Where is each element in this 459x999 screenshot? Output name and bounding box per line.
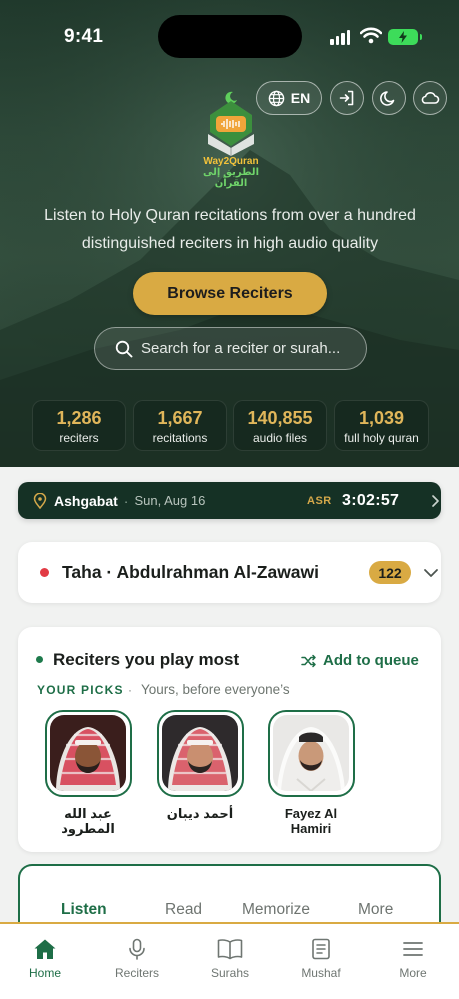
reciter-name: Fayez Al Hamiri (284, 806, 338, 836)
book-icon (217, 939, 243, 960)
status-bar: 9:41 (0, 0, 459, 60)
prayer-name: ASR (307, 494, 332, 507)
wifi-icon (360, 27, 382, 44)
reciter-item[interactable]: أحمد ديبان (155, 710, 245, 821)
nav-label: More (399, 966, 427, 980)
search-box[interactable] (94, 327, 367, 370)
stat-full-quran: 1,039 full holy quran (334, 400, 429, 451)
nav-mushaf[interactable]: Mushaf (286, 938, 356, 980)
stat-reciters: 1,286 reciters (32, 400, 126, 451)
nav-label: Reciters (114, 966, 159, 980)
location-pin-icon (33, 492, 47, 509)
add-to-queue-button[interactable]: Add to queue (301, 652, 419, 669)
chevron-down-icon[interactable] (423, 567, 439, 579)
nav-label: Mushaf (301, 966, 341, 980)
cloud-button[interactable] (413, 81, 447, 115)
sign-in-icon (339, 90, 354, 106)
sign-in-button[interactable] (330, 81, 364, 115)
moon-icon (380, 91, 395, 106)
reciter-item[interactable]: عبد الله المطرود (43, 710, 133, 836)
cellular-signal-icon (330, 30, 350, 45)
stat-audio-files: 140,855 audio files (233, 400, 327, 451)
tab-more[interactable]: More (358, 901, 393, 919)
dynamic-island (158, 15, 302, 58)
top-reciters-card: Reciters you play most Add to queue YOUR… (18, 627, 441, 852)
picks-separator: · (128, 683, 132, 697)
live-dot (40, 568, 49, 577)
reciter-name: أحمد ديبان (166, 806, 234, 821)
language-label: EN (290, 90, 311, 106)
reciter-avatar (44, 710, 132, 797)
globe-icon (268, 90, 285, 106)
stat-label: reciters (59, 431, 99, 445)
mushaf-icon (312, 938, 330, 960)
prayer-city: Ashgabat (54, 492, 118, 509)
nav-surahs[interactable]: Surahs (195, 938, 265, 980)
reciter-avatar (267, 710, 355, 797)
cloud-icon (421, 92, 440, 104)
hero-tagline: Listen to Holy Quran recitations from ov… (44, 207, 416, 252)
shuffle-icon (301, 654, 316, 667)
tab-read[interactable]: Read (165, 901, 202, 919)
prayer-countdown: 3:02:57 (342, 491, 400, 509)
nav-reciters[interactable]: Reciters (102, 938, 172, 980)
search-icon (115, 340, 133, 357)
stat-recitations: 1,667 recitations (133, 400, 227, 451)
add-to-queue-label: Add to queue (323, 652, 419, 669)
reciter-avatar (156, 710, 244, 797)
nav-more[interactable]: More (378, 938, 448, 980)
chevron-right-icon (432, 494, 439, 507)
hero-section: 9:41 EN Way2Quran الطريق إلى القرآن List… (0, 0, 459, 467)
menu-icon (403, 942, 423, 956)
stat-value: 1,286 (56, 408, 102, 428)
prayer-date: Sun, Aug 16 (134, 493, 206, 508)
battery-icon (388, 29, 422, 45)
stat-label: audio files (252, 431, 308, 445)
brand-name: Way2Quran (203, 156, 259, 167)
playlist-count-badge: 122 (369, 561, 411, 584)
top-reciters-title: Reciters you play most (53, 650, 240, 669)
microphone-icon (129, 938, 145, 960)
tab-memorize[interactable]: Memorize (242, 901, 310, 919)
now-playing-title: Taha · Abdulrahman Al-Zawawi (62, 562, 320, 582)
prayer-separator: · (123, 492, 129, 509)
stat-label: full holy quran (344, 431, 419, 445)
reciter-photo (272, 715, 349, 791)
prayer-times-bar[interactable]: Ashgabat · Sun, Aug 16 ASR 3:02:57 (18, 482, 441, 519)
charging-bolt-icon (399, 31, 407, 43)
bottom-navigation: Home Reciters Surahs Mushaf More (0, 922, 459, 999)
dark-mode-toggle[interactable] (372, 81, 406, 115)
section-dot (36, 656, 43, 663)
browse-reciters-button[interactable]: Browse Reciters (133, 272, 327, 315)
nav-label: Home (28, 966, 61, 980)
home-icon (34, 939, 56, 959)
reciter-name: عبد الله المطرود (61, 806, 115, 836)
tab-listen[interactable]: Listen (61, 901, 107, 919)
stat-value: 1,667 (157, 408, 203, 428)
brand-arabic-name: الطريق إلى القرآن (203, 167, 259, 189)
status-time: 9:41 (64, 26, 104, 47)
reciter-photo (161, 715, 238, 791)
your-picks-subtitle: Yours, before everyone’s (141, 682, 290, 697)
search-input[interactable] (141, 340, 361, 357)
now-playing-bar[interactable]: Taha · Abdulrahman Al-Zawawi 122 (18, 542, 441, 603)
nav-home[interactable]: Home (10, 938, 80, 980)
your-picks-label: YOUR PICKS (37, 683, 124, 697)
reciter-photo (49, 715, 126, 791)
stat-value: 1,039 (358, 408, 405, 428)
stat-value: 140,855 (247, 408, 313, 428)
reciter-item[interactable]: Fayez Al Hamiri (266, 710, 356, 836)
stat-label: recitations (152, 431, 208, 445)
nav-label: Surahs (210, 966, 250, 980)
